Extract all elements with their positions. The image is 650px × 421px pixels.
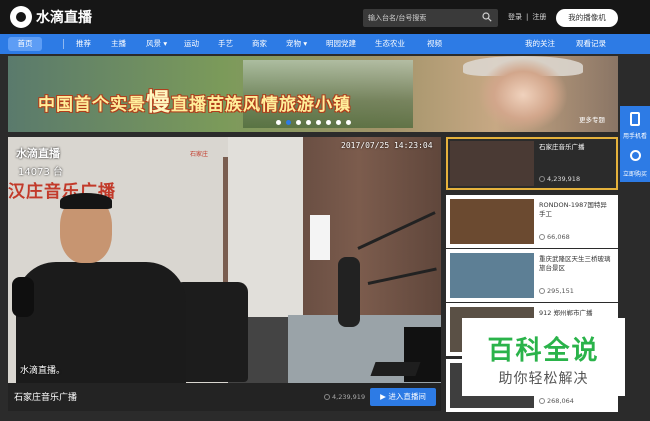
banner-portrait-image [478, 58, 568, 132]
user-icon [539, 234, 545, 240]
nav-item-history[interactable]: 观看记录 [576, 34, 606, 54]
nav-item-following[interactable]: 我的关注 [525, 34, 555, 54]
location-pin-icon [630, 150, 641, 161]
site-logo[interactable]: 水滴直播 [10, 6, 92, 28]
login-link[interactable]: 登录 [508, 13, 522, 21]
list-item-title: 石家庄音乐广播 [539, 143, 585, 151]
nav-divider [63, 39, 64, 49]
list-item-viewers: 268,064 [539, 397, 574, 405]
side-tab-watch-on-phone[interactable]: 用手机看 [620, 106, 650, 144]
list-item-title: 912 郑州郸市广播 [539, 309, 593, 317]
main-nav: 首页 推荐 主播 风景 ▾ 运动 手艺 商家 宠物 ▾ 明园党建 生态农业 视频… [0, 34, 650, 54]
host-hair [60, 193, 112, 209]
nav-item-crafts[interactable]: 手艺 [218, 34, 233, 54]
my-stream-button[interactable]: 我的播像机 [556, 9, 618, 27]
list-item-viewers-value: 268,064 [547, 397, 574, 405]
list-item-viewers-value: 66,068 [547, 233, 570, 241]
list-item-title: RONDON-1987国特异手工 [539, 201, 607, 218]
user-icon [324, 394, 330, 400]
baike-watermark-overlay: 百科全说 助你轻松解决 [462, 318, 625, 396]
nav-item-videos[interactable]: 视频 [427, 34, 442, 54]
search-input[interactable] [368, 9, 473, 27]
list-item-thumbnail [450, 199, 534, 244]
player-viewer-count: 4,239,919 [324, 393, 365, 401]
list-item-viewers: 295,151 [539, 287, 574, 295]
list-item[interactable]: 石家庄音乐广播 4,239,918 [446, 137, 618, 190]
player-info-bar: 石家庄音乐广播 4,239,919 ▶ 进入直播间 [8, 383, 441, 411]
top-bar: 水滴直播 登录 |注册 我的播像机 [0, 0, 650, 34]
banner-dot[interactable] [306, 120, 311, 125]
nav-item-eco-agriculture[interactable]: 生态农业 [375, 34, 405, 54]
promo-banner[interactable]: 中国首个实景慢直播苗族风情旅游小镇 更多专题 [8, 56, 618, 132]
nav-item-anchors[interactable]: 主播 [111, 34, 126, 54]
enter-live-room-button[interactable]: ▶ 进入直播间 [370, 388, 436, 406]
banner-dot[interactable] [276, 120, 281, 125]
live-video-player[interactable]: 汉庄音乐广播 石家庄 水滴直播 14073 台 2017/07/25 14:23… [8, 137, 441, 383]
overlay-subtitle: 助你轻松解决 [498, 371, 589, 387]
microphone-left [12, 277, 34, 317]
list-item[interactable]: 重庆武隆区天生三桥玻璃旅台景区 295,151 [446, 249, 618, 302]
auth-links: 登录 | 注册 [508, 12, 550, 22]
microphone-right [338, 257, 360, 327]
phone-icon [630, 112, 640, 126]
banner-headline-part1: 中国首个实景 [38, 95, 146, 115]
banner-dot[interactable] [316, 120, 321, 125]
list-item-viewers-value: 4,239,918 [547, 175, 581, 183]
player-watermark-bottom: 水滴直播。 [20, 366, 66, 376]
list-item-thumbnail [450, 141, 534, 186]
player-viewer-count-value: 4,239,919 [332, 393, 366, 401]
overlay-title: 百科全说 [487, 336, 600, 366]
nav-item-merchants[interactable]: 商家 [252, 34, 267, 54]
nav-item-recommend[interactable]: 推荐 [76, 34, 91, 54]
banner-dot-active[interactable] [286, 120, 291, 125]
logo-text: 水滴直播 [36, 10, 92, 26]
banner-dot[interactable] [326, 120, 331, 125]
nav-item-home[interactable]: 首页 [8, 37, 42, 51]
banner-dot[interactable] [296, 120, 301, 125]
list-item-viewers-value: 295,151 [547, 287, 574, 295]
register-link[interactable]: 注册 [532, 13, 546, 21]
banner-headline-emphasis: 慢 [146, 88, 171, 116]
water-drop-icon [10, 6, 32, 28]
list-item-title: 重庆武隆区天生三桥玻璃旅台景区 [539, 255, 611, 272]
list-item-viewers: 4,239,918 [539, 175, 580, 183]
banner-headline-part2: 直播苗族风情旅游小镇 [171, 95, 351, 115]
player-watermark-top: 水滴直播 [16, 147, 60, 160]
user-icon [539, 398, 545, 404]
user-icon [539, 176, 545, 182]
list-item[interactable]: RONDON-1987国特异手工 66,068 [446, 195, 618, 248]
player-timestamp: 2017/07/25 14:23:04 [341, 141, 433, 150]
nav-item-party-building[interactable]: 明园党建 [326, 34, 356, 54]
side-tab-label: 立即购买 [623, 171, 648, 178]
list-item-viewers: 66,068 [539, 233, 570, 241]
player-title: 石家庄音乐广播 [14, 393, 78, 403]
search-icon[interactable] [482, 12, 492, 22]
nav-item-scenery[interactable]: 风景 ▾ [146, 34, 167, 54]
banner-dot[interactable] [336, 120, 341, 125]
studio-keyboard [370, 362, 421, 376]
auth-separator: | [526, 13, 529, 21]
side-tab-label: 用手机看 [623, 133, 648, 140]
list-item-thumbnail [450, 253, 534, 298]
banner-dot[interactable] [346, 120, 351, 125]
studio-wall-small-sign: 石家庄 [190, 151, 209, 158]
studio-light-panel [310, 215, 330, 260]
banner-headline: 中国首个实景慢直播苗族风情旅游小镇 [38, 82, 351, 117]
banner-pagination [276, 120, 356, 125]
banner-more-topics[interactable]: 更多专题 [579, 114, 605, 124]
user-icon [539, 288, 545, 294]
search-box [363, 9, 498, 27]
nav-item-sports[interactable]: 运动 [184, 34, 199, 54]
nav-item-pets[interactable]: 宠物 ▾ [286, 34, 307, 54]
side-tab-buy-now[interactable]: 立即购买 [620, 144, 650, 182]
player-viewer-overlay: 14073 台 [18, 167, 63, 178]
